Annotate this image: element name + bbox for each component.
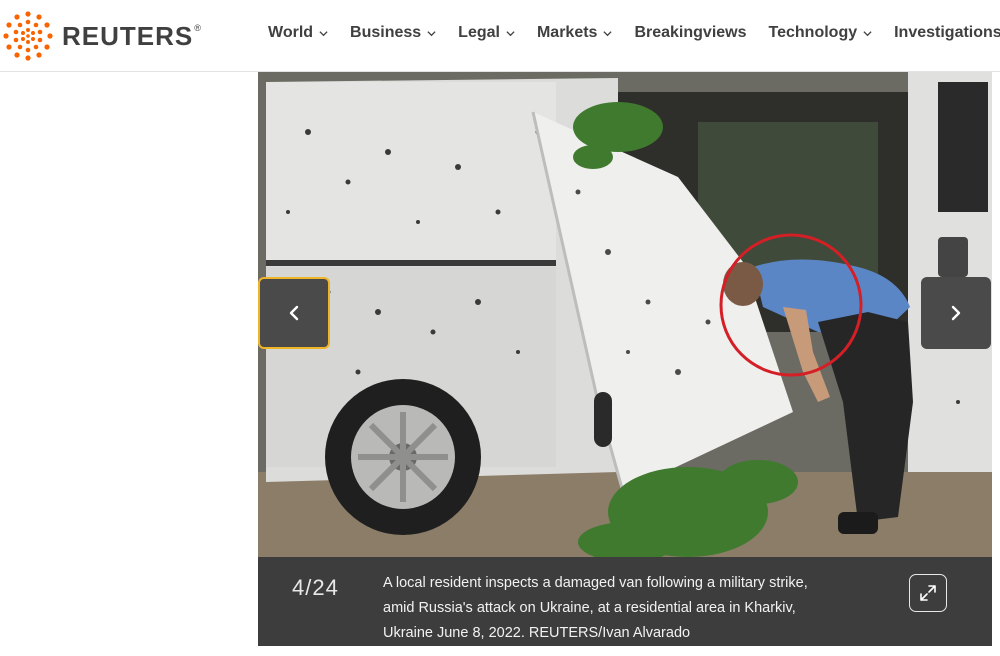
nav-item-business[interactable]: Business bbox=[350, 24, 436, 42]
chevron-left-icon bbox=[289, 305, 299, 321]
nav-item-technology[interactable]: Technology bbox=[769, 24, 873, 42]
nav-item-label: Markets bbox=[536, 24, 598, 41]
nav-item-label: Business bbox=[350, 24, 422, 41]
caption-bar: 4/24 A local resident inspects a damaged… bbox=[258, 557, 992, 646]
nav-item-world[interactable]: World bbox=[268, 24, 328, 42]
nav-item-label: Legal bbox=[458, 24, 500, 41]
photo-counter: 4/24 bbox=[292, 575, 339, 600]
previous-photo-button[interactable] bbox=[258, 277, 330, 349]
chevron-down-icon bbox=[863, 30, 872, 36]
expand-icon bbox=[920, 585, 936, 601]
site-header: REUTERS® World Business Legal Markets Br… bbox=[0, 0, 1000, 72]
main-nav: World Business Legal Markets Breakingvie… bbox=[268, 24, 1000, 42]
photo-gallery: 4/24 A local resident inspects a damaged… bbox=[258, 72, 992, 646]
expand-button[interactable] bbox=[909, 574, 947, 612]
reuters-logo-mark bbox=[3, 11, 53, 61]
chevron-down-icon bbox=[603, 30, 613, 36]
nav-item-label: Breakingviews bbox=[634, 24, 747, 41]
photo-caption: A local resident inspects a damaged van … bbox=[383, 575, 808, 641]
nav-item-investigations[interactable]: Investigations bbox=[894, 24, 1000, 42]
chevron-down-icon bbox=[427, 30, 436, 36]
chevron-down-icon bbox=[319, 30, 328, 36]
chevron-down-icon bbox=[506, 30, 515, 36]
next-photo-button[interactable] bbox=[921, 277, 991, 349]
nav-item-breakingviews[interactable]: Breakingviews bbox=[634, 24, 746, 42]
gallery-photo[interactable] bbox=[258, 72, 992, 557]
chevron-right-icon bbox=[951, 305, 961, 321]
nav-item-legal[interactable]: Legal bbox=[458, 24, 515, 42]
reuters-wordmark: REUTERS® bbox=[62, 20, 202, 51]
nav-item-label: World bbox=[268, 24, 314, 41]
reuters-logo[interactable]: REUTERS® bbox=[2, 10, 202, 62]
nav-item-markets[interactable]: Markets bbox=[536, 24, 613, 42]
nav-item-label: Technology bbox=[768, 24, 858, 41]
damaged-van-photo bbox=[258, 72, 992, 557]
nav-item-label: Investigations bbox=[894, 24, 1000, 41]
